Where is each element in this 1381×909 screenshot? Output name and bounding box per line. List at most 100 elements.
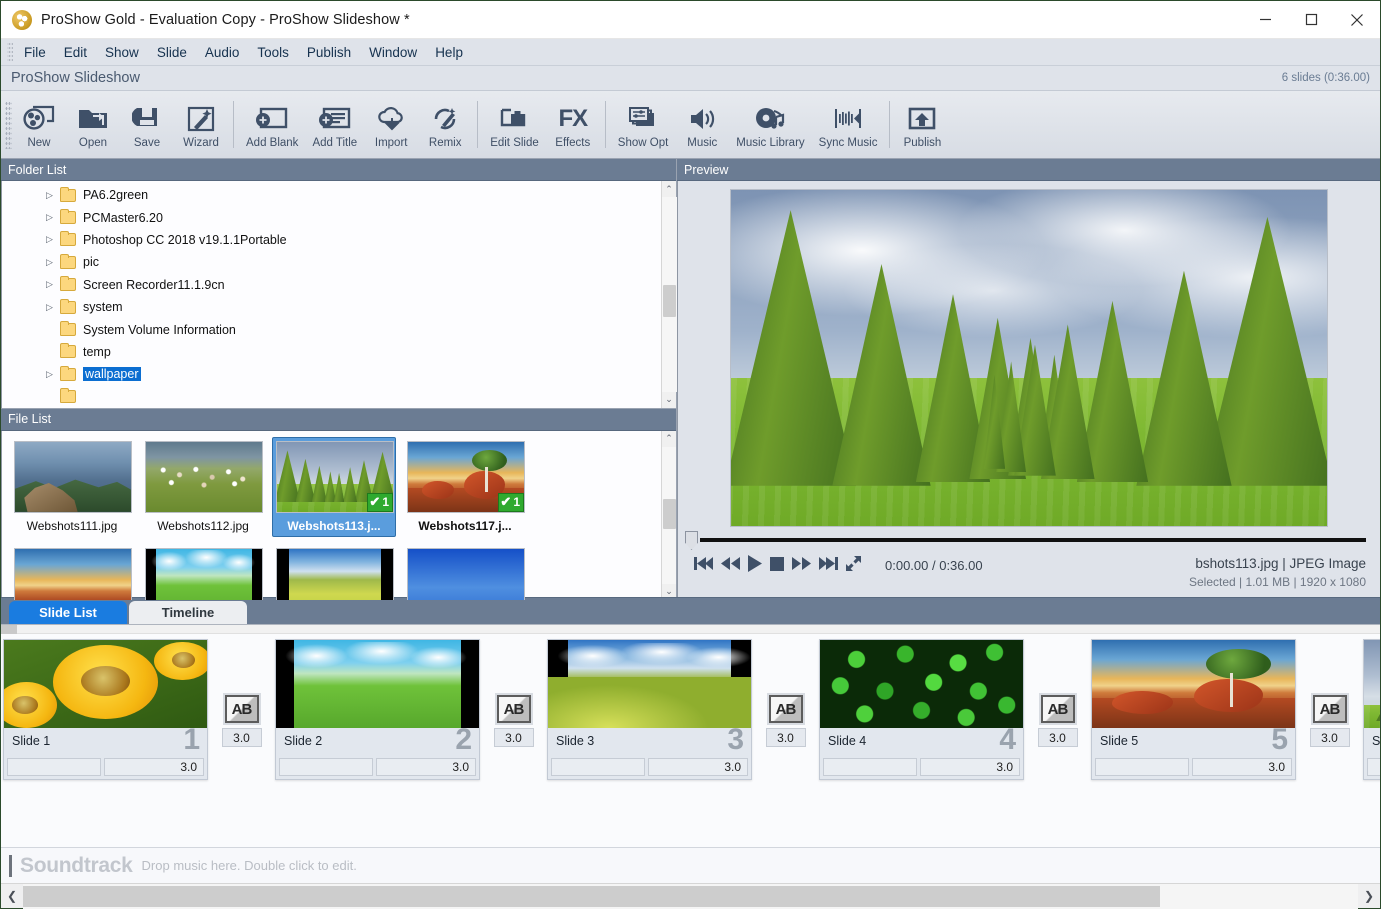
folder-row-selected[interactable]: ▷ wallpaper — [2, 363, 661, 385]
folder-row[interactable]: ▷ pic — [2, 251, 661, 273]
transition-duration[interactable]: 3.0 — [1310, 728, 1350, 747]
chevron-right-icon[interactable]: ▷ — [46, 212, 60, 223]
file-thumbnail[interactable] — [145, 548, 263, 600]
close-icon[interactable] — [1334, 1, 1380, 39]
folder-row[interactable]: ▷ system — [2, 296, 661, 318]
slide-card[interactable]: Slide 4 4 3.0 — [819, 639, 1024, 780]
scroll-up-icon[interactable]: ⌃ — [662, 431, 677, 447]
transition-cell[interactable]: AB 3.0 — [480, 639, 547, 747]
slide-thumbnail[interactable] — [276, 640, 479, 728]
horizontal-scrollbar[interactable]: ❮ ❯ — [1, 883, 1380, 908]
chevron-right-icon[interactable]: ▷ — [46, 302, 60, 313]
file-card[interactable]: Webshots112.jpg — [141, 437, 265, 537]
folder-list-scrollbar[interactable]: ⌃ ⌄ — [661, 181, 676, 408]
preview-scrubber[interactable] — [678, 529, 1380, 551]
fast-forward-icon[interactable] — [792, 556, 811, 571]
transition-icon[interactable]: AB — [769, 695, 803, 723]
slide-duration-field[interactable]: 3.0 — [104, 758, 204, 776]
stop-icon[interactable] — [770, 557, 784, 571]
chevron-right-icon[interactable]: ▷ — [46, 190, 60, 201]
menu-item-audio[interactable]: Audio — [196, 41, 249, 64]
slide-list-top-scrollbar[interactable] — [1, 625, 1380, 634]
file-card[interactable]: ✔ 1 Webshots117.j... — [403, 437, 527, 537]
menu-drag-grip[interactable] — [7, 42, 13, 62]
effects-button[interactable]: FX Effects — [546, 99, 600, 151]
slide-caption-field[interactable] — [279, 758, 373, 776]
add-blank-button[interactable]: Add Blank — [239, 99, 305, 151]
soundtrack-bar[interactable]: Soundtrack Drop music here. Double click… — [1, 847, 1380, 883]
scroll-up-icon[interactable]: ⌃ — [662, 181, 677, 197]
file-card[interactable] — [141, 544, 265, 600]
chevron-right-icon[interactable]: ▷ — [46, 257, 60, 268]
scroll-thumb[interactable] — [23, 886, 1160, 907]
chevron-right-icon[interactable]: ▷ — [46, 369, 60, 380]
scroll-track[interactable] — [662, 197, 677, 392]
file-thumbnail[interactable] — [276, 548, 394, 600]
scroll-track[interactable] — [662, 447, 677, 584]
rewind-icon[interactable] — [721, 556, 740, 571]
scroll-track[interactable] — [23, 884, 1358, 909]
menu-item-edit[interactable]: Edit — [55, 41, 96, 64]
transition-duration[interactable]: 3.0 — [766, 728, 806, 747]
menu-item-file[interactable]: File — [15, 41, 55, 64]
slide-card-partial[interactable]: Slide — [1363, 639, 1380, 780]
transition-duration[interactable]: 3.0 — [1038, 728, 1078, 747]
slide-caption-field[interactable] — [551, 758, 645, 776]
slide-duration-field[interactable]: 3.0 — [376, 758, 476, 776]
menu-item-help[interactable]: Help — [426, 41, 472, 64]
music-button[interactable]: Music — [675, 99, 729, 151]
menu-item-window[interactable]: Window — [360, 41, 426, 64]
transition-duration[interactable]: 3.0 — [222, 728, 262, 747]
maximize-icon[interactable] — [1288, 1, 1334, 39]
slide-track[interactable]: Slide 1 1 3.0 AB 3.0 Slide 2 2 — [1, 634, 1380, 847]
slide-caption-field[interactable] — [1095, 758, 1189, 776]
play-icon[interactable] — [748, 555, 762, 572]
wizard-button[interactable]: Wizard — [174, 99, 228, 151]
file-card[interactable]: Webshots111.jpg — [10, 437, 134, 537]
remix-button[interactable]: Remix — [418, 99, 472, 151]
slide-thumbnail[interactable] — [1092, 640, 1295, 728]
slide-card[interactable]: Slide 5 5 3.0 — [1091, 639, 1296, 780]
slide-thumbnail[interactable] — [1364, 640, 1380, 728]
transition-cell[interactable]: AB 3.0 — [1024, 639, 1091, 747]
transition-icon[interactable]: AB — [1313, 695, 1347, 723]
slide-duration-field[interactable]: 3.0 — [1192, 758, 1292, 776]
slide-thumbnail[interactable] — [820, 640, 1023, 728]
chevron-right-icon[interactable]: ▷ — [46, 279, 60, 290]
add-title-button[interactable]: Add Title — [305, 99, 364, 151]
tab-timeline[interactable]: Timeline — [129, 601, 247, 624]
scroll-down-icon[interactable]: ⌄ — [662, 392, 677, 408]
file-thumbnail[interactable]: ✔ 1 — [276, 441, 394, 513]
file-thumbnail[interactable] — [145, 441, 263, 513]
skip-previous-icon[interactable] — [694, 556, 713, 571]
file-thumbnail[interactable] — [14, 548, 132, 600]
folder-row[interactable]: temp — [2, 341, 661, 363]
slide-thumbnail[interactable] — [548, 640, 751, 728]
slide-caption-field[interactable] — [1367, 758, 1380, 776]
menu-item-show[interactable]: Show — [96, 41, 148, 64]
scrubber-handle[interactable] — [685, 531, 698, 550]
transition-icon[interactable]: AB — [497, 695, 531, 723]
transition-cell[interactable]: AB 3.0 — [752, 639, 819, 747]
folder-row[interactable]: System Volume Information — [2, 318, 661, 340]
slide-duration-field[interactable]: 3.0 — [920, 758, 1020, 776]
transition-cell[interactable]: AB 3.0 — [1296, 639, 1363, 747]
file-card[interactable] — [403, 544, 527, 600]
folder-row[interactable]: ▷ PA6.2green — [2, 184, 661, 206]
file-thumbnail[interactable]: ✔ 1 — [407, 441, 525, 513]
transition-icon[interactable]: AB — [225, 695, 259, 723]
scroll-left-icon[interactable]: ❮ — [1, 884, 23, 909]
menu-item-publish[interactable]: Publish — [298, 41, 360, 64]
chevron-right-icon[interactable]: ▷ — [46, 234, 60, 245]
slide-duration-field[interactable]: 3.0 — [648, 758, 748, 776]
music-library-button[interactable]: Music Library — [729, 99, 811, 151]
file-thumbnail[interactable] — [407, 548, 525, 600]
fullscreen-icon[interactable] — [846, 556, 861, 571]
folder-row-partial[interactable] — [2, 386, 661, 408]
slide-card[interactable]: Slide 2 2 3.0 — [275, 639, 480, 780]
open-button[interactable]: Open — [66, 99, 120, 151]
file-card[interactable] — [10, 544, 134, 600]
folder-row[interactable]: ▷ PCMaster6.20 — [2, 206, 661, 228]
slide-caption-field[interactable] — [7, 758, 101, 776]
import-button[interactable]: Import — [364, 99, 418, 151]
